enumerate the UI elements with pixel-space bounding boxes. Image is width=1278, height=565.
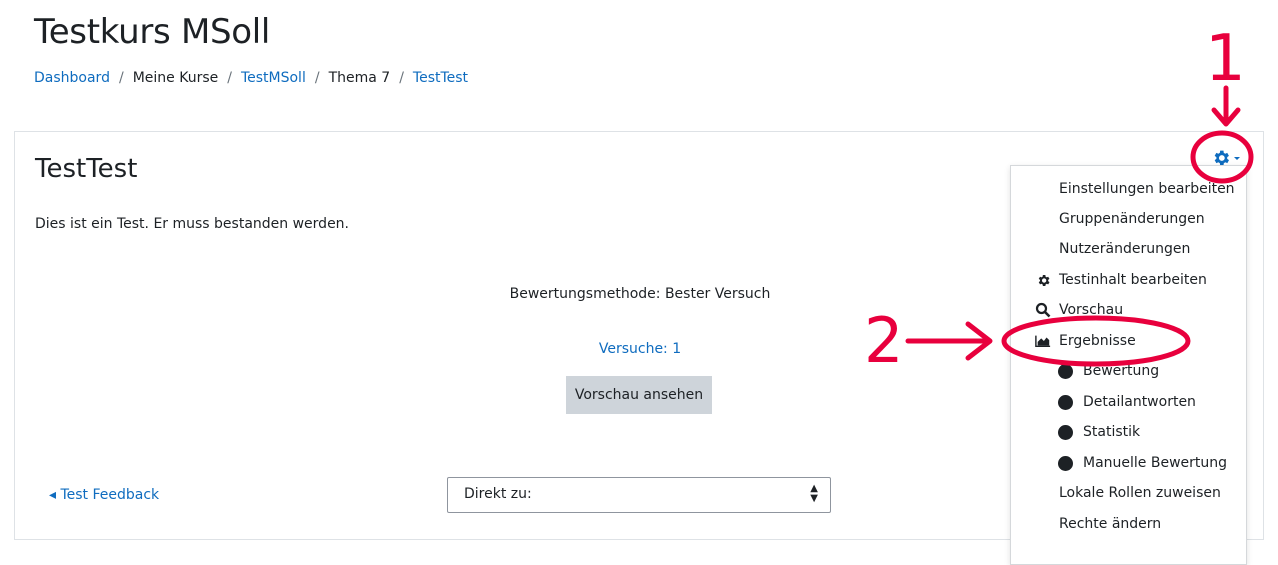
- breadcrumb-separator: /: [227, 70, 232, 86]
- attempts-link[interactable]: Versuche: 1: [599, 341, 681, 357]
- menu-item-results[interactable]: Ergebnisse: [1011, 328, 1246, 354]
- bullet-icon: [1058, 455, 1073, 471]
- menu-item-statistics[interactable]: Statistik: [1011, 419, 1246, 445]
- prev-activity-link[interactable]: ◂ Test Feedback: [49, 487, 159, 503]
- menu-item-assign-roles[interactable]: Lokale Rollen zuweisen: [1011, 480, 1246, 506]
- breadcrumb-separator: /: [399, 70, 404, 86]
- breadcrumb-section: Thema 7: [328, 70, 391, 86]
- breadcrumb-dashboard[interactable]: Dashboard: [34, 70, 110, 86]
- menu-item-permissions[interactable]: Rechte ändern: [1011, 511, 1246, 537]
- breadcrumb-my-courses: Meine Kurse: [132, 70, 219, 86]
- settings-dropdown-menu: Einstellungen bearbeiten Gruppenänderung…: [1010, 165, 1247, 565]
- jump-to-label: Direkt zu:: [464, 486, 532, 502]
- bullet-icon: [1058, 394, 1073, 410]
- annotation-arrowhead-1: [1211, 107, 1241, 127]
- breadcrumb-separator: /: [118, 70, 124, 86]
- breadcrumb-separator: /: [314, 70, 320, 86]
- caret-down-icon: [1234, 157, 1240, 160]
- activity-intro: Dies ist ein Test. Er muss bestanden wer…: [35, 216, 350, 232]
- bullet-icon: [1058, 424, 1073, 440]
- menu-item-user-overrides[interactable]: Nutzeränderungen: [1011, 236, 1246, 262]
- activity-title: TestTest: [35, 154, 138, 184]
- menu-item-edit-settings[interactable]: Einstellungen bearbeiten: [1011, 176, 1246, 202]
- menu-item-responses[interactable]: Detailantworten: [1011, 389, 1246, 415]
- menu-item-edit-quiz[interactable]: Testinhalt bearbeiten: [1011, 267, 1246, 293]
- magnifier-icon: [1035, 302, 1051, 318]
- preview-button[interactable]: Vorschau ansehen: [566, 376, 712, 414]
- menu-item-grades[interactable]: Bewertung: [1011, 358, 1246, 384]
- breadcrumb-activity[interactable]: TestTest: [413, 70, 468, 86]
- course-title: Testkurs MSoll: [34, 12, 271, 52]
- menu-item-preview[interactable]: Vorschau: [1011, 297, 1246, 323]
- breadcrumb-course[interactable]: TestMSoll: [241, 70, 306, 86]
- select-arrows-icon: ▲ ▼: [810, 483, 818, 504]
- jump-to-select[interactable]: Direkt zu: ▲ ▼: [447, 477, 831, 513]
- gear-icon: [1035, 272, 1051, 288]
- annotation-number-1: 1: [1205, 22, 1246, 96]
- bullet-icon: [1058, 363, 1073, 379]
- area-chart-icon: [1035, 333, 1051, 349]
- menu-item-manual-grading[interactable]: Manuelle Bewertung: [1011, 450, 1246, 476]
- menu-item-group-overrides[interactable]: Gruppenänderungen: [1011, 206, 1246, 232]
- breadcrumb: Dashboard / Meine Kurse / TestMSoll / Th…: [34, 70, 468, 86]
